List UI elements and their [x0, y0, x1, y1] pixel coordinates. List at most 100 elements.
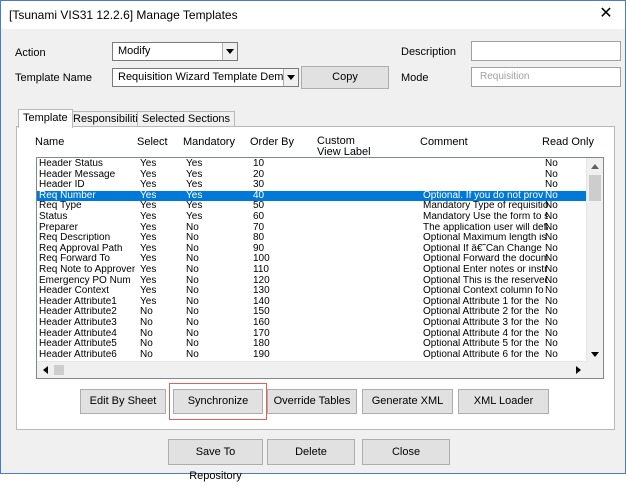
table-row[interactable]: Header Attribute4 No No 170 Optional Attribu… — [37, 329, 588, 340]
table-row[interactable]: Emergency PO Num Yes No 120 Optional This is… — [37, 276, 588, 287]
cell-comment: Mandatory Use the form to s — [423, 212, 548, 222]
tab-template[interactable]: Template — [18, 109, 73, 128]
close-window-icon[interactable]: ✕ — [597, 4, 615, 24]
override-tables-button[interactable]: Override Tables — [267, 389, 357, 414]
cell-mandatory: Yes — [186, 180, 203, 191]
table-row[interactable]: Req Number Yes Yes 40 Optional. If you do no… — [37, 190, 588, 202]
table-row[interactable]: Header Attribute1 Yes No 140 Optional Attrib… — [37, 297, 588, 308]
cell-read-only: No — [545, 296, 558, 307]
horizontal-scroll-thumb[interactable] — [54, 365, 64, 375]
dialog-body: Action Modify Template Name Requisition … — [1, 29, 625, 482]
cell-comment: Mandatory Type of requisitio — [423, 201, 548, 212]
table-row[interactable]: Header Message Yes Yes 20 No — [37, 170, 588, 181]
table-row[interactable]: Header Status Yes Yes 10 No — [37, 159, 588, 170]
cell-read-only: No — [545, 318, 558, 328]
table-row[interactable]: Req Description Yes No 80 Optional Maximum l… — [37, 233, 588, 244]
table-row[interactable]: Header Attribute3 No No 160 Optional Attribu… — [37, 318, 588, 329]
scrollbar-corner — [586, 361, 603, 378]
copy-button[interactable]: Copy — [301, 66, 389, 89]
template-name-select[interactable]: Requisition Wizard Template Demo — [112, 68, 299, 87]
cell-mandatory: Yes — [186, 190, 203, 201]
cell-name: Req Type — [39, 201, 82, 212]
cell-select: No — [140, 339, 153, 350]
cell-order: 100 — [253, 254, 270, 265]
table-row[interactable]: Req Type Yes Yes 50 Mandatory Type of requis… — [37, 201, 588, 212]
cell-comment: Optional Context column fo — [423, 286, 544, 297]
cell-name: Req Number — [39, 190, 96, 201]
save-to-repository-button[interactable]: Save To Repository — [168, 439, 263, 482]
action-select[interactable]: Modify — [112, 42, 238, 61]
description-input[interactable] — [471, 41, 621, 61]
table-row[interactable]: Header Attribute6 No No 190 Optional Attribu… — [37, 350, 588, 361]
cell-order: 80 — [253, 233, 265, 244]
tab-selected-sections[interactable]: Selected Sections — [137, 111, 236, 127]
cell-name: Header Attribute5 — [39, 339, 117, 350]
cell-mandatory: No — [186, 254, 199, 265]
header-name: Name — [35, 136, 65, 148]
cell-mandatory: No — [186, 296, 199, 307]
header-mandatory: Mandatory — [183, 136, 235, 148]
vertical-scrollbar[interactable] — [586, 158, 603, 362]
cell-select: No — [140, 318, 153, 328]
template-tab-panel: Name Select Mandatory Order By Custom Vi… — [16, 126, 615, 430]
cell-order: 130 — [253, 286, 270, 297]
cell-read-only: No — [545, 254, 558, 265]
table-row[interactable]: Header Context Yes No 130 Optional Context c… — [37, 286, 588, 297]
title-bar[interactable]: [Tsunami VIS31 12.2.6] Manage Templates … — [1, 1, 625, 29]
table-row[interactable]: Req Note to Approver Yes No 110 Optional Ent… — [37, 265, 588, 276]
xml-loader-button[interactable]: XML Loader — [458, 389, 549, 414]
edit-by-sheet-button[interactable]: Edit By Sheet — [80, 389, 166, 414]
generate-xml-button[interactable]: Generate XML — [362, 389, 453, 414]
vertical-scroll-thumb[interactable] — [589, 175, 601, 201]
chevron-down-icon[interactable] — [283, 69, 298, 86]
table-row[interactable]: Preparer Yes No 70 The application user will… — [37, 223, 588, 234]
table-row[interactable]: Req Forward To Yes No 100 Optional Forward t… — [37, 254, 588, 265]
cell-comment: Optional Attribute 3 for the — [423, 318, 540, 328]
template-fields-grid[interactable]: Header Status Yes Yes 10 No Header Message Yes… — [36, 157, 604, 379]
cell-name: Req Note to Approver — [39, 265, 136, 275]
cell-order: 50 — [253, 201, 265, 212]
cell-order: 60 — [253, 212, 265, 222]
cell-read-only: No — [545, 169, 558, 180]
cell-name: Header Attribute1 — [39, 296, 117, 307]
scroll-left-arrow-icon[interactable] — [37, 362, 53, 378]
cell-read-only: No — [545, 243, 558, 254]
cell-name: Emergency PO Num — [39, 275, 131, 286]
cell-select: Yes — [140, 254, 157, 265]
table-row[interactable]: Req Approval Path Yes No 90 Optional If â€˜C… — [37, 244, 588, 255]
cell-name: Header Attribute6 — [39, 349, 117, 360]
cell-mandatory: No — [186, 233, 199, 244]
description-label: Description — [401, 46, 457, 58]
cell-mandatory: No — [186, 328, 199, 339]
template-name-label: Template Name — [15, 72, 93, 84]
cell-read-only: No — [545, 275, 558, 286]
cell-mandatory: Yes — [186, 169, 203, 180]
scroll-right-arrow-icon[interactable] — [570, 362, 586, 378]
table-row[interactable]: Status Yes Yes 60 Mandatory Use the form to … — [37, 212, 588, 223]
cell-read-only: No — [545, 233, 558, 244]
table-row[interactable]: Header ID Yes Yes 30 No — [37, 180, 588, 191]
cell-name: Header Attribute2 — [39, 307, 117, 318]
chevron-down-icon[interactable] — [222, 43, 237, 60]
cell-order: 30 — [253, 180, 265, 191]
cell-select: Yes — [140, 180, 157, 191]
cell-comment: Optional If â€˜Can Change — [423, 243, 542, 254]
cell-name: Header Attribute3 — [39, 318, 117, 328]
cell-order: 160 — [253, 318, 270, 328]
cell-read-only: No — [545, 180, 558, 191]
cell-order: 190 — [253, 349, 270, 360]
cell-order: 40 — [253, 190, 265, 201]
action-value: Modify — [118, 45, 151, 57]
scroll-down-arrow-icon[interactable] — [587, 346, 603, 362]
close-button[interactable]: Close — [362, 439, 450, 465]
header-order-by: Order By — [250, 136, 295, 148]
scroll-up-arrow-icon[interactable] — [587, 158, 603, 174]
cell-name: Req Forward To — [39, 254, 110, 265]
delete-button[interactable]: Delete — [267, 439, 355, 465]
cell-select: Yes — [140, 286, 157, 297]
cell-select: No — [140, 307, 153, 318]
cell-comment: Optional Attribute 1 for the — [423, 296, 540, 307]
table-row[interactable]: Header Attribute2 No No 150 Optional Attribu… — [37, 307, 588, 318]
table-row[interactable]: Header Attribute5 No No 180 Optional Attribu… — [37, 339, 588, 350]
horizontal-scrollbar[interactable] — [37, 361, 603, 378]
